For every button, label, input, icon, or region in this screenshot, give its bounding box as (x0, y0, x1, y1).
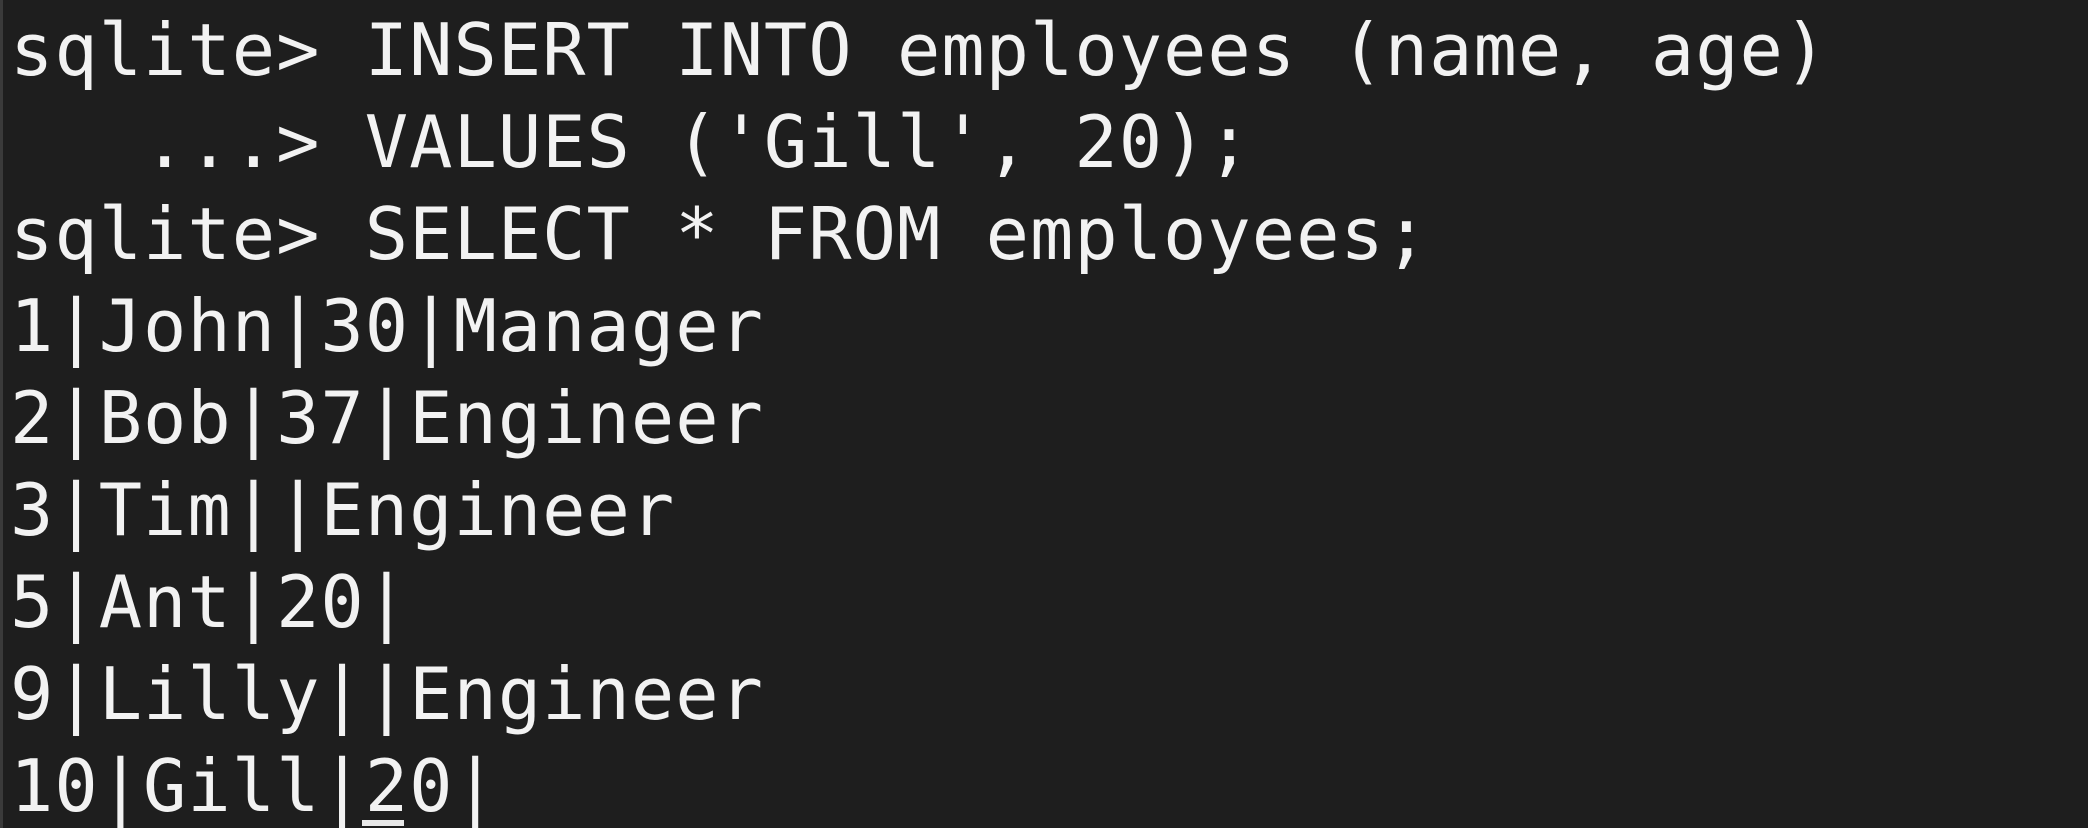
terminal-output-row: 1|John|30|Manager (10, 284, 764, 368)
window-edge (0, 0, 3, 828)
terminal-output-row: 9|Lilly||Engineer (10, 652, 764, 736)
terminal-line-command-insert: sqlite> INSERT INTO employees (name, age… (10, 8, 1829, 92)
terminal-output-row: 3|Tim||Engineer (10, 468, 676, 552)
terminal-line-command-continuation: ...> VALUES ('Gill', 20); (10, 100, 1252, 184)
terminal-output-row: 2|Bob|37|Engineer (10, 376, 764, 460)
terminal-output-row: 5|Ant|20| (10, 560, 410, 644)
text-cursor (362, 820, 404, 826)
terminal-output-row: 10|Gill|20| (10, 744, 498, 828)
terminal-line-command-select: sqlite> SELECT * FROM employees; (10, 192, 1430, 276)
terminal-window[interactable]: sqlite> INSERT INTO employees (name, age… (0, 0, 2088, 828)
